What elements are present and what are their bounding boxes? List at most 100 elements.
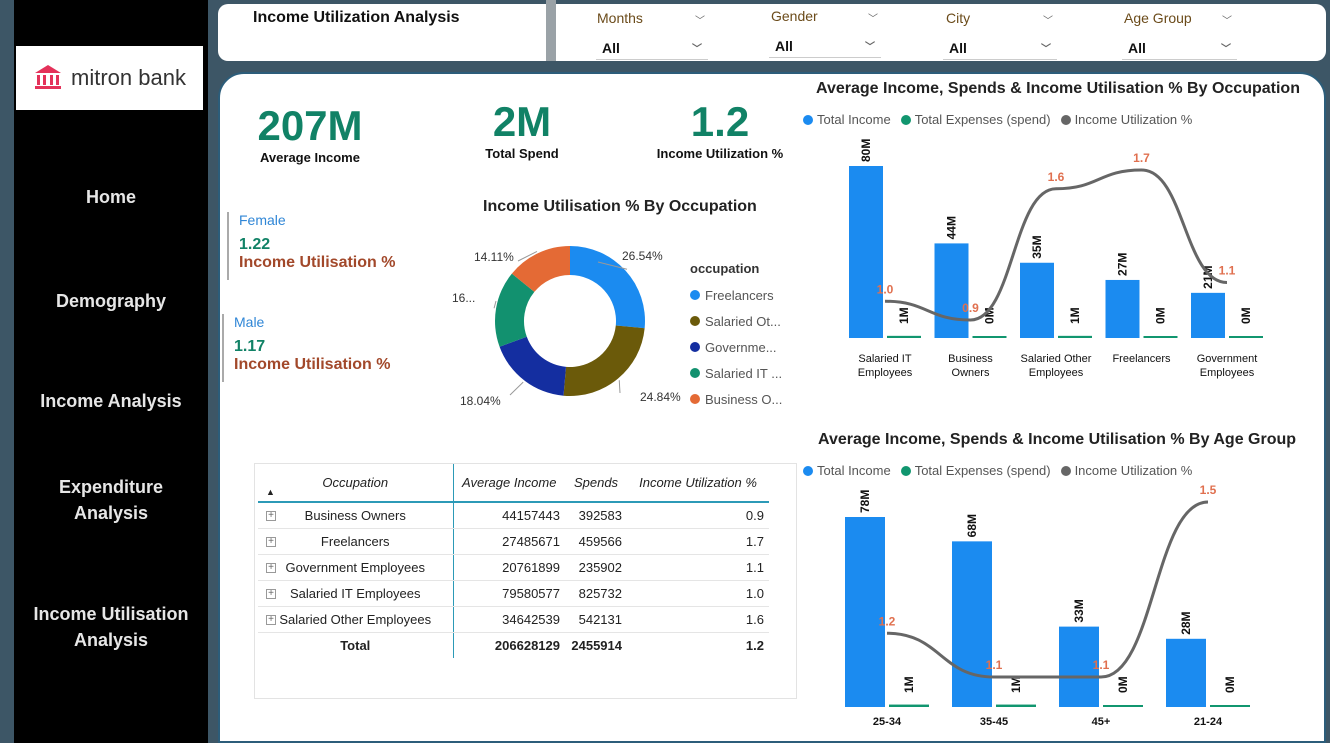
filter-city-select[interactable]: All ﹀ xyxy=(943,36,1057,60)
utilization-line[interactable] xyxy=(886,500,1209,679)
expense-bar[interactable] xyxy=(1103,705,1143,707)
income-bar[interactable] xyxy=(1105,279,1140,338)
donut-data-label: 24.84% xyxy=(640,390,681,404)
income-data-label: 80M xyxy=(859,139,873,162)
kpi-value: 2M xyxy=(492,98,552,145)
legend-dot-icon xyxy=(690,342,700,352)
legend-dot-icon xyxy=(803,465,813,476)
utilization-data-label: 1.1 xyxy=(986,658,1003,672)
income-bar[interactable] xyxy=(845,517,885,707)
income-data-label: 68M xyxy=(965,514,979,537)
expense-data-label: 1M xyxy=(897,307,911,324)
kpi-income-utilization: 1.2 Income Utilization % xyxy=(640,98,800,161)
income-bar[interactable] xyxy=(1166,638,1206,707)
category-axis-label: Employees xyxy=(1200,367,1255,379)
col-header-occupation[interactable]: ▲ Occupation xyxy=(258,464,454,503)
nav-home[interactable]: Home xyxy=(14,184,208,210)
occupation-chart-legend: Total Income Total Expenses (spend) Inco… xyxy=(803,112,1192,127)
donut-data-label: 18.04% xyxy=(460,394,501,408)
expand-icon[interactable]: + xyxy=(266,562,276,573)
expense-data-label: 1M xyxy=(1068,307,1082,324)
legend-item[interactable]: Business O... xyxy=(690,386,782,412)
legend-dot-icon xyxy=(900,465,911,476)
legend-label: Salaried Ot... xyxy=(705,313,781,329)
category-axis-label: Employees xyxy=(1029,367,1084,379)
expense-bar[interactable] xyxy=(889,704,929,707)
expand-icon[interactable]: + xyxy=(266,588,276,599)
legend-item[interactable]: Salaried IT ... xyxy=(690,360,782,386)
nav-income-utilisation-analysis[interactable]: Income Utilisation Analysis xyxy=(14,601,208,653)
table-row[interactable]: + Business Owners 44157443 392583 0.9 xyxy=(258,502,769,529)
filter-age-group-select[interactable]: All ﹀ xyxy=(1122,36,1237,60)
category-axis-label: 21-24 xyxy=(1194,716,1223,728)
chevron-down-icon: ﹀ xyxy=(1041,44,1051,55)
expense-bar[interactable] xyxy=(1143,336,1178,338)
expense-bar[interactable] xyxy=(1210,705,1250,707)
chevron-down-icon[interactable]: ﹀ xyxy=(695,12,705,27)
chevron-down-icon: ﹀ xyxy=(865,42,875,53)
legend-dot-icon xyxy=(690,368,700,378)
table-row[interactable]: + Salaried Other Employees 34642539 542131… xyxy=(258,606,769,633)
income-bar[interactable] xyxy=(1020,262,1054,338)
legend-dot-icon xyxy=(1060,114,1071,125)
table-row[interactable]: + Freelancers 27485671 459566 1.7 xyxy=(258,528,769,555)
category-axis-label: Government xyxy=(1197,353,1258,365)
expense-bar[interactable] xyxy=(1058,335,1092,338)
table-total-row: Total 206628129 2455914 1.2 xyxy=(258,632,769,658)
chevron-down-icon: ﹀ xyxy=(692,44,702,55)
expand-icon[interactable]: + xyxy=(266,511,276,521)
expense-bar[interactable] xyxy=(972,336,1007,338)
filter-gender-select[interactable]: All ﹀ xyxy=(769,34,881,58)
income-bar[interactable] xyxy=(849,166,883,338)
chevron-down-icon[interactable]: ﹀ xyxy=(1043,12,1053,27)
legend-item[interactable]: Salaried Ot... xyxy=(690,308,782,334)
brand-logo[interactable]: mitron bank xyxy=(16,46,203,110)
legend-dot-icon xyxy=(690,290,700,300)
expense-bar[interactable] xyxy=(887,335,921,338)
category-axis-label: Owners xyxy=(952,367,990,379)
income-data-label: 33M xyxy=(1072,599,1086,622)
nav-demography[interactable]: Demography xyxy=(14,288,208,314)
table-row[interactable]: + Salaried IT Employees 79580577 825732 1.0 xyxy=(258,580,769,607)
legend-label: Freelancers xyxy=(705,287,774,303)
expense-bar[interactable] xyxy=(996,704,1036,707)
occupation-table-container: ▲ Occupation Average Income Spends Incom… xyxy=(254,463,797,699)
expand-icon[interactable]: + xyxy=(266,536,276,547)
utilization-data-label: 1.1 xyxy=(1219,264,1236,278)
age-combo-chart[interactable]: 78M 1M 68M 1M 33M 0M 28M 0M 1.2 1.1 1.1 1.5 25-34 35-… xyxy=(800,482,1300,732)
col-header-spends[interactable]: Spends xyxy=(565,464,627,503)
income-data-label: 27M xyxy=(1116,253,1130,276)
filter-months-select[interactable]: All ﹀ xyxy=(596,36,708,60)
chevron-down-icon[interactable]: ﹀ xyxy=(1222,12,1232,27)
col-header-average-income[interactable]: Average Income xyxy=(453,464,565,503)
col-header-income-utilization[interactable]: Income Utilization % xyxy=(627,464,769,503)
age-chart-title: Average Income, Spends & Income Utilisat… xyxy=(818,431,1297,448)
filter-gender-label: Gender xyxy=(771,8,818,24)
income-bar[interactable] xyxy=(1191,292,1225,338)
category-axis-label: Freelancers xyxy=(1112,353,1171,365)
legend-item[interactable]: Freelancers xyxy=(690,282,782,308)
donut-chart[interactable]: 26.54% 24.84% 18.04% 16... 14.11% xyxy=(440,235,700,420)
kpi-value: 207M xyxy=(257,102,363,149)
expand-icon[interactable]: + xyxy=(266,614,276,625)
chevron-down-icon[interactable]: ﹀ xyxy=(868,10,878,25)
nav-income-analysis[interactable]: Income Analysis xyxy=(14,388,208,414)
occupation-combo-chart[interactable]: 80M1M44M0M35M1M27M0M21M0M1.00.91.61.71.1… xyxy=(800,130,1300,390)
income-bar[interactable] xyxy=(934,243,969,338)
sort-asc-icon[interactable]: ▲ xyxy=(266,487,275,497)
legend-label: Salaried IT ... xyxy=(705,365,783,381)
donut-slice[interactable] xyxy=(563,325,645,396)
legend-item[interactable]: Governme... xyxy=(690,334,782,360)
header-divider xyxy=(546,0,556,61)
donut-slice[interactable] xyxy=(499,336,567,396)
income-bar[interactable] xyxy=(952,541,992,707)
table-row[interactable]: + Government Employees 20761899 235902 1.1 xyxy=(258,554,769,581)
page-title: Income Utilization Analysis xyxy=(253,9,460,26)
utilization-data-label: 1.7 xyxy=(1133,151,1150,165)
legend-label: Governme... xyxy=(705,339,777,355)
nav-expenditure-analysis[interactable]: Expenditure Analysis xyxy=(14,474,208,526)
brand-name: mitron bank xyxy=(71,65,186,90)
expense-bar[interactable] xyxy=(1229,336,1263,338)
legend-label: Business O... xyxy=(705,391,783,407)
filter-age-group-label: Age Group xyxy=(1124,10,1192,26)
